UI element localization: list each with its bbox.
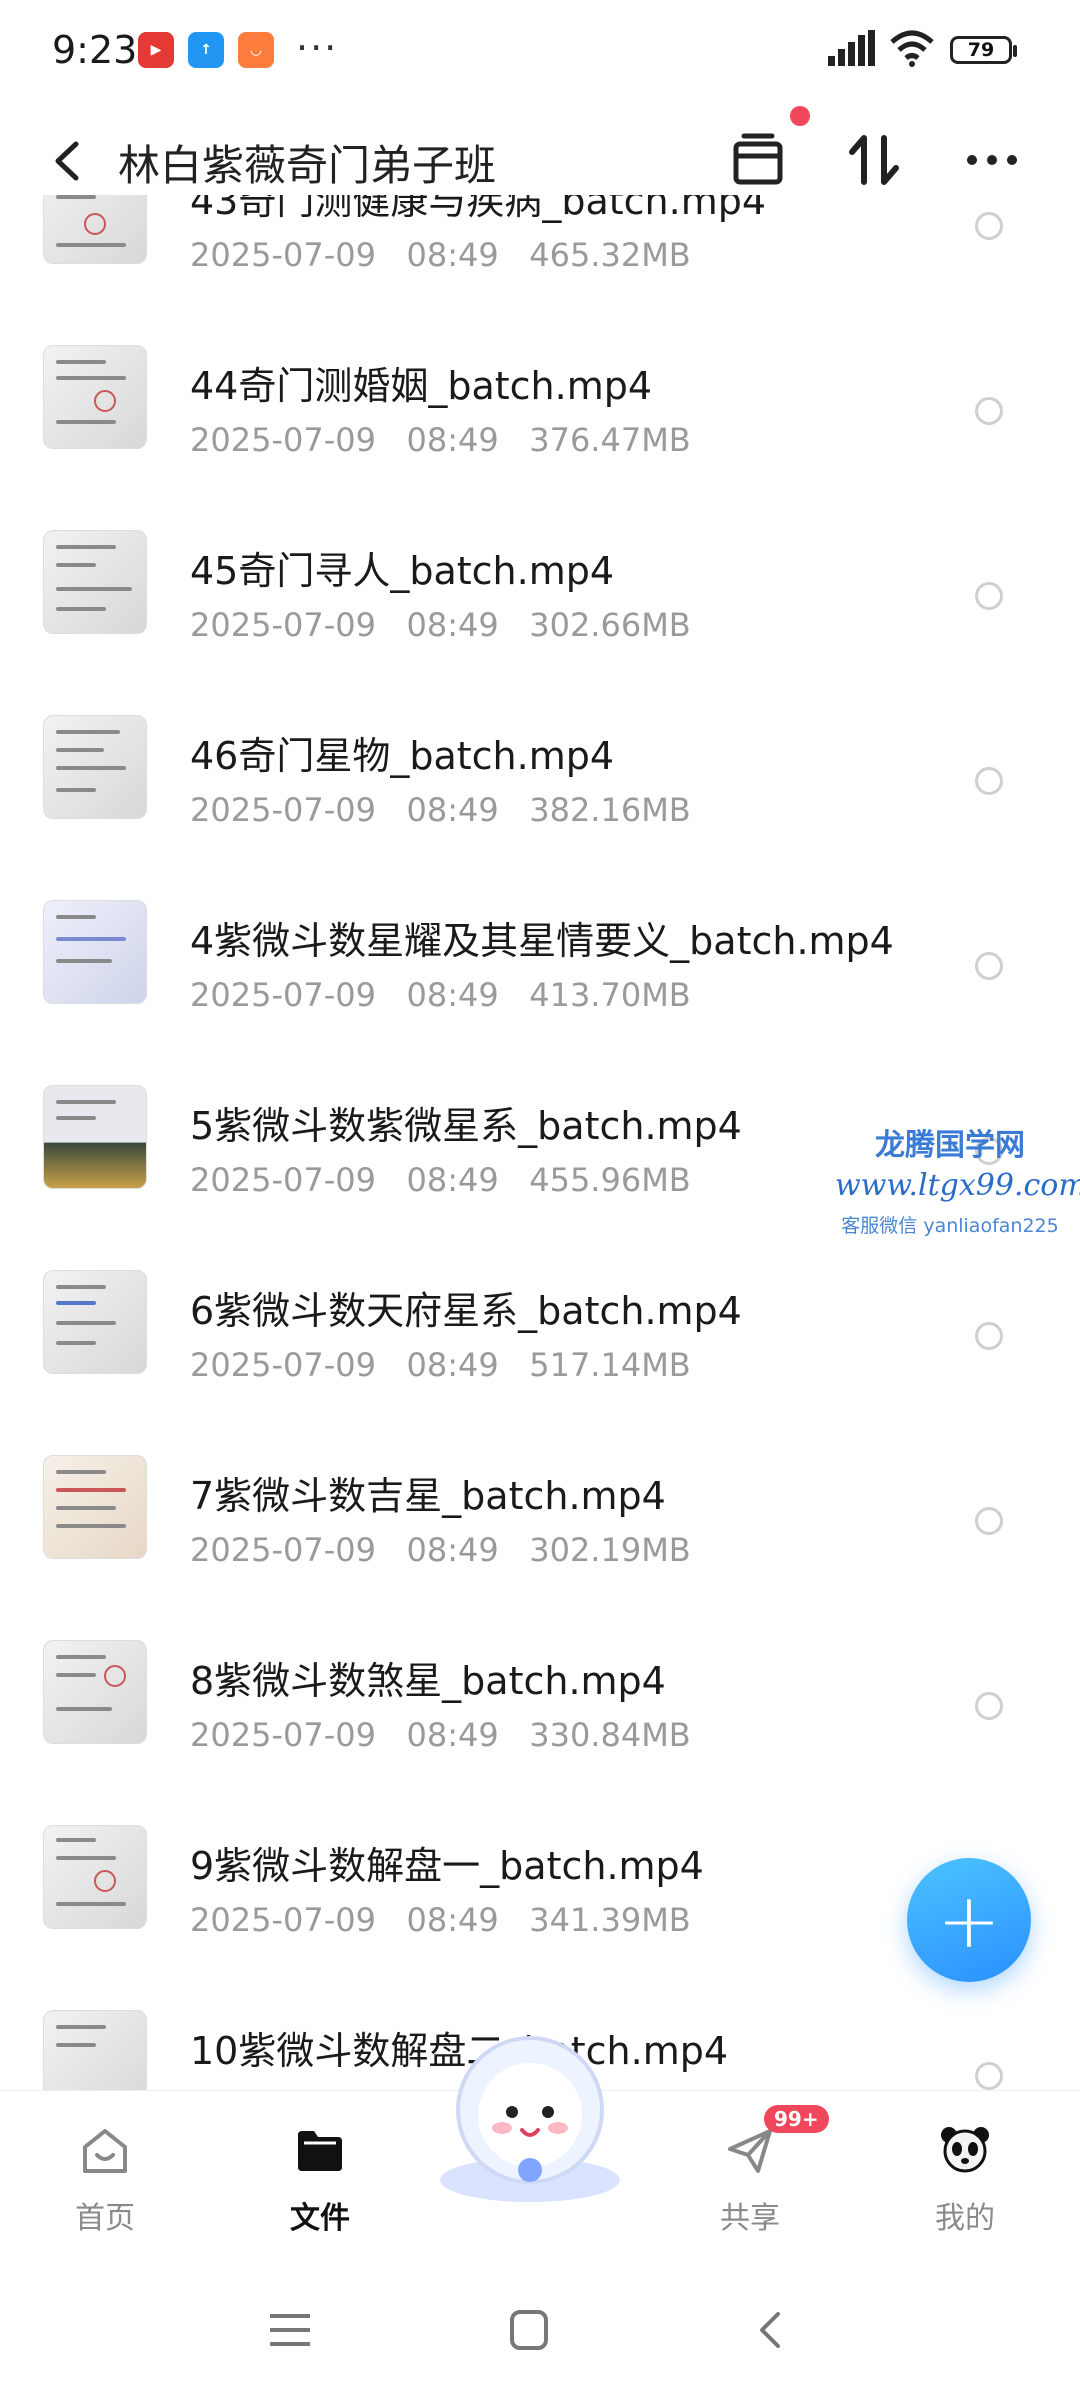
file-meta: 2025-07-09 08:49 330.84MB [190, 1716, 691, 1754]
video-thumbnail [43, 715, 147, 819]
sort-icon[interactable] [842, 128, 906, 192]
more-notifications-icon: ··· [296, 26, 339, 70]
file-meta: 2025-07-09 08:49 455.96MB [190, 1161, 691, 1199]
home-icon [83, 2129, 127, 2173]
watermark: 龙腾国学网 www.ltgx99.com 客服微信 yanliaofan225 [835, 1120, 1080, 1238]
back-icon[interactable] [46, 136, 90, 186]
file-name: 44奇门测婚姻_batch.mp4 [190, 364, 653, 408]
video-thumbnail [43, 1640, 147, 1744]
file-list-item[interactable]: 4紫微斗数星耀及其星情要义_batch.mp4 2025-07-09 08:49… [0, 870, 1080, 1055]
add-button[interactable]: + [907, 1858, 1031, 1982]
upload-icon: ↑ [188, 32, 224, 68]
select-radio[interactable] [975, 767, 1003, 795]
nav-home[interactable]: 首页 [15, 2091, 195, 2261]
mascot-icon[interactable] [430, 2020, 630, 2210]
file-meta: 2025-07-09 08:49 382.16MB [190, 791, 691, 829]
video-thumbnail [43, 900, 147, 1004]
file-name: 6紫微斗数天府星系_batch.mp4 [190, 1289, 742, 1333]
select-radio[interactable] [975, 397, 1003, 425]
file-name: 4紫微斗数星耀及其星情要义_batch.mp4 [190, 919, 894, 963]
video-thumbnail [43, 1085, 147, 1189]
wifi-icon [890, 30, 934, 67]
select-radio[interactable] [975, 2062, 1003, 2090]
file-meta: 2025-07-09 08:49 465.32MB [190, 236, 691, 274]
file-list-item[interactable]: 44奇门测婚姻_batch.mp4 2025-07-09 08:49 376.4… [0, 315, 1080, 500]
file-name: 46奇门星物_batch.mp4 [190, 734, 615, 778]
more-icon[interactable] [960, 128, 1024, 192]
file-meta: 2025-07-09 08:49 302.19MB [190, 1531, 691, 1569]
nav-share[interactable]: 99+ 共享 [660, 2091, 840, 2261]
file-list-item[interactable]: 45奇门寻人_batch.mp4 2025-07-09 08:49 302.66… [0, 500, 1080, 685]
video-thumbnail [43, 2010, 147, 2090]
file-name: 45奇门寻人_batch.mp4 [190, 549, 615, 593]
video-thumbnail [43, 1270, 147, 1374]
nav-label: 首页 [75, 2201, 135, 2236]
file-name: 9紫微斗数解盘一_batch.mp4 [190, 1844, 704, 1888]
file-list-item[interactable]: 6紫微斗数天府星系_batch.mp4 2025-07-09 08:49 517… [0, 1240, 1080, 1425]
status-bar: 9:23 ▶ ↑ ◡ ··· 79 [0, 0, 1080, 100]
shopping-icon: ◡ [238, 32, 274, 68]
home-square-icon[interactable] [498, 2308, 558, 2352]
file-meta: 2025-07-09 08:49 517.14MB [190, 1346, 691, 1384]
file-list-item[interactable]: 43奇门测健康与疾病_batch.mp4 2025-07-09 08:49 46… [0, 195, 1080, 315]
video-thumbnail [43, 530, 147, 634]
notification-dot [790, 106, 810, 126]
panda-avatar-icon [941, 2127, 989, 2173]
system-back-icon[interactable] [740, 2308, 800, 2352]
nav-files[interactable]: 文件 [230, 2091, 410, 2261]
share-badge: 99+ [764, 2105, 829, 2133]
file-meta: 2025-07-09 08:49 376.47MB [190, 421, 691, 459]
video-thumbnail [43, 1455, 147, 1559]
file-list-item[interactable]: 7紫微斗数吉星_batch.mp4 2025-07-09 08:49 302.1… [0, 1425, 1080, 1610]
file-name: 43奇门测健康与疾病_batch.mp4 [190, 195, 767, 223]
nav-label: 文件 [290, 2201, 350, 2236]
page-title: 林白紫薇奇门弟子班 [118, 141, 497, 190]
file-list-item[interactable]: 46奇门星物_batch.mp4 2025-07-09 08:49 382.16… [0, 685, 1080, 870]
file-list-item[interactable]: 8紫微斗数煞星_batch.mp4 2025-07-09 08:49 330.8… [0, 1610, 1080, 1795]
file-name: 7紫微斗数吉星_batch.mp4 [190, 1474, 666, 1518]
file-meta: 2025-07-09 08:49 413.70MB [190, 976, 691, 1014]
select-radio[interactable] [975, 582, 1003, 610]
video-app-icon: ▶ [138, 32, 174, 68]
video-thumbnail [43, 345, 147, 449]
file-name: 8紫微斗数煞星_batch.mp4 [190, 1659, 666, 1703]
select-radio[interactable] [975, 1692, 1003, 1720]
share-icon [728, 2129, 772, 2173]
select-radio[interactable] [975, 212, 1003, 240]
system-nav-bar [0, 2260, 1080, 2400]
status-time: 9:23 [52, 28, 138, 72]
select-radio[interactable] [975, 952, 1003, 980]
nav-label: 我的 [935, 2201, 995, 2236]
signal-icon [828, 30, 875, 66]
watermark-title: 龙腾国学网 [875, 1128, 1025, 1163]
folder-icon [298, 2131, 342, 2171]
select-radio[interactable] [975, 1322, 1003, 1350]
menu-icon[interactable] [260, 2308, 320, 2352]
watermark-url: www.ltgx99.com [835, 1168, 1080, 1203]
video-thumbnail [43, 195, 147, 264]
nav-label: 共享 [720, 2201, 780, 2236]
select-radio[interactable] [975, 1507, 1003, 1535]
file-meta: 2025-07-09 08:49 341.39MB [190, 1901, 691, 1939]
file-name: 5紫微斗数紫微星系_batch.mp4 [190, 1104, 742, 1148]
video-thumbnail [43, 1825, 147, 1929]
archive-icon[interactable] [726, 128, 790, 192]
battery-indicator: 79 [950, 36, 1017, 64]
watermark-contact: 客服微信 yanliaofan225 [841, 1215, 1059, 1237]
file-meta: 2025-07-09 08:49 302.66MB [190, 606, 691, 644]
nav-profile[interactable]: 我的 [875, 2091, 1055, 2261]
